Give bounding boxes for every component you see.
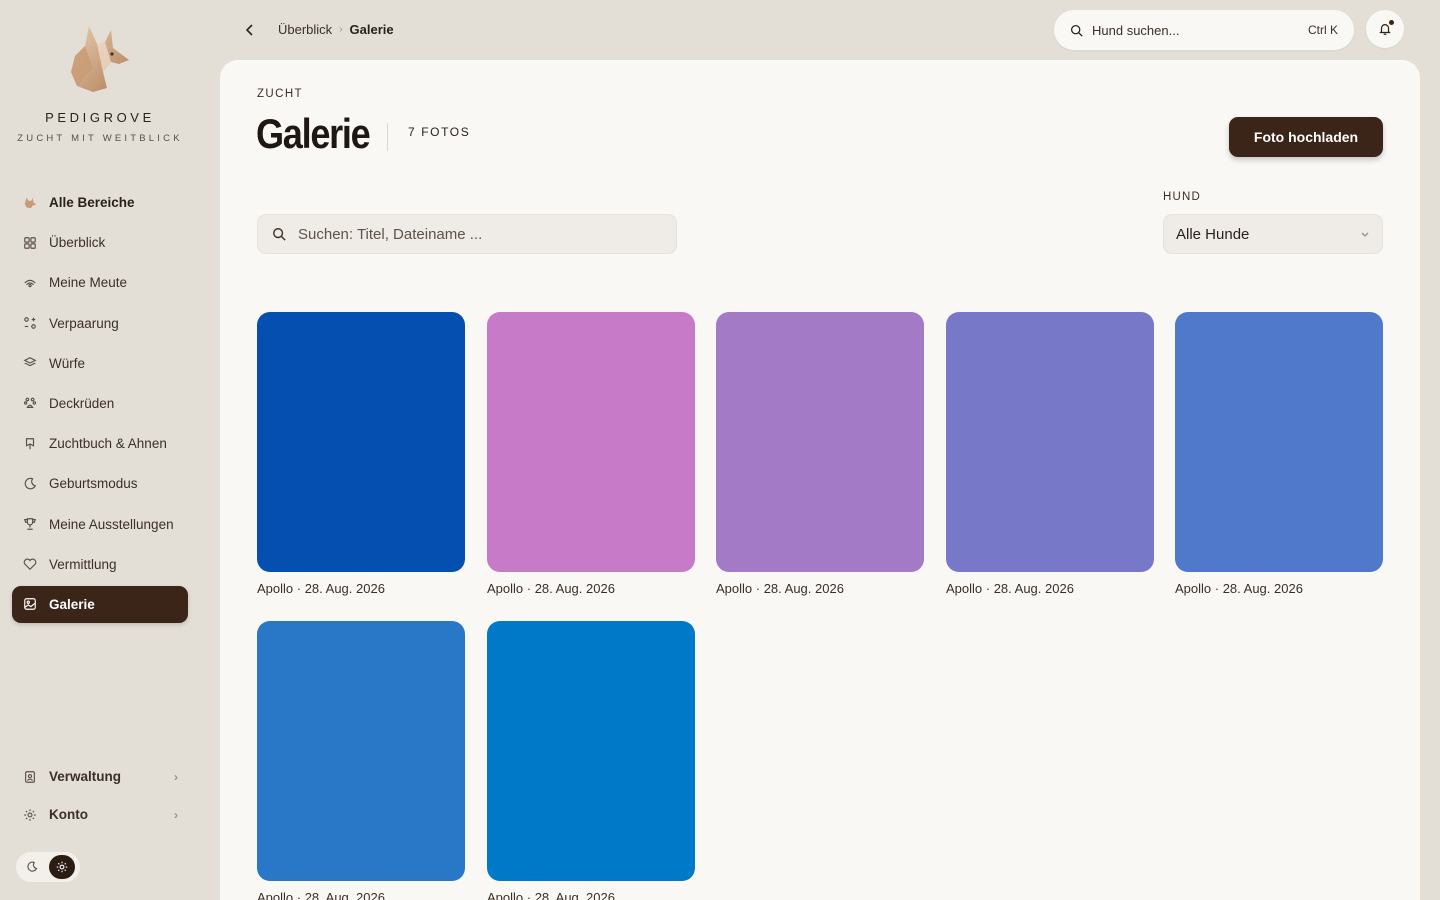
photo-thumbnail[interactable] bbox=[487, 312, 695, 572]
book-icon bbox=[22, 436, 38, 452]
photo-tile[interactable]: Apollo · 28. Aug. 2026 bbox=[487, 621, 695, 900]
dog-filter-value: Alle Hunde bbox=[1176, 225, 1250, 243]
dog-logo-icon bbox=[71, 26, 129, 92]
sidebar-item-label: Deckrüden bbox=[49, 395, 115, 411]
photo-tile[interactable]: Apollo · 28. Aug. 2026 bbox=[716, 312, 924, 596]
sidebar-bottom-nav: Verwaltung › Konto › bbox=[12, 758, 188, 834]
sidebar-item-alle-bereiche[interactable]: Alle Bereiche bbox=[12, 184, 188, 221]
gear-icon bbox=[22, 807, 38, 823]
chevron-down-icon bbox=[1361, 232, 1369, 237]
breadcrumb-item[interactable]: Überblick bbox=[278, 22, 332, 37]
photo-tile[interactable]: Apollo · 28. Aug. 2026 bbox=[257, 312, 465, 596]
sidebar-item-geburtsmodus[interactable]: Geburtsmodus bbox=[12, 465, 188, 502]
photo-caption: Apollo · 28. Aug. 2026 bbox=[1175, 581, 1303, 596]
photo-thumbnail[interactable] bbox=[946, 312, 1154, 572]
theme-toggle[interactable] bbox=[16, 852, 80, 882]
page-title: Galerie bbox=[256, 110, 371, 157]
paw-icon bbox=[22, 275, 38, 291]
sidebar-item-label: Zuchtbuch & Ahnen bbox=[49, 436, 167, 452]
photo-tile[interactable]: Apollo · 28. Aug. 2026 bbox=[1175, 312, 1383, 596]
search-icon bbox=[273, 228, 286, 241]
keyboard-shortcut: Ctrl K bbox=[1308, 23, 1338, 37]
trophy-icon bbox=[22, 516, 38, 532]
dog-head-icon bbox=[22, 195, 38, 211]
chevron-right-icon: › bbox=[339, 24, 343, 35]
divider bbox=[387, 123, 388, 151]
page-kicker: ZUCHT bbox=[257, 88, 303, 100]
photo-thumbnail[interactable] bbox=[257, 312, 465, 572]
global-search[interactable]: Hund suchen... Ctrl K bbox=[1054, 10, 1354, 50]
sidebar-item-wuerfe[interactable]: Würfe bbox=[12, 345, 188, 382]
photo-thumbnail[interactable] bbox=[716, 312, 924, 572]
image-icon bbox=[22, 596, 38, 612]
sidebar-item-label: Alle Bereiche bbox=[49, 195, 135, 210]
sidebar-item-meine-meute[interactable]: Meine Meute bbox=[12, 264, 188, 301]
paw-print-icon bbox=[22, 395, 38, 411]
gallery-search-input[interactable]: Suchen: Titel, Dateiname ... bbox=[257, 214, 677, 254]
sidebar-item-label: Verwaltung bbox=[49, 769, 122, 784]
sidebar-item-zuchtbuch[interactable]: Zuchtbuch & Ahnen bbox=[12, 425, 188, 462]
sidebar: PEDIGROVE ZUCHT MIT WEITBLICK Alle Berei… bbox=[0, 0, 200, 900]
brand: PEDIGROVE ZUCHT MIT WEITBLICK bbox=[0, 24, 200, 144]
photo-caption: Apollo · 28. Aug. 2026 bbox=[946, 581, 1074, 596]
sidebar-nav: Alle Bereiche Überblick Meine Meute Verp… bbox=[12, 184, 188, 626]
chevron-right-icon: › bbox=[174, 807, 178, 822]
sidebar-item-label: Überblick bbox=[49, 235, 106, 251]
notifications-button[interactable] bbox=[1366, 10, 1404, 48]
sidebar-item-label: Meine Ausstellungen bbox=[49, 516, 174, 532]
chevron-left-icon bbox=[245, 24, 253, 36]
photo-caption: Apollo · 28. Aug. 2026 bbox=[257, 581, 385, 596]
sidebar-item-label: Vermittlung bbox=[49, 556, 117, 572]
sidebar-item-label: Meine Meute bbox=[49, 275, 128, 291]
heart-icon bbox=[22, 556, 38, 572]
photo-tile[interactable]: Apollo · 28. Aug. 2026 bbox=[257, 621, 465, 900]
photo-caption: Apollo · 28. Aug. 2026 bbox=[487, 890, 615, 900]
sidebar-item-ueberblick[interactable]: Überblick bbox=[12, 224, 188, 261]
search-placeholder: Suchen: Titel, Dateiname ... bbox=[298, 225, 483, 243]
global-search-label: Hund suchen... bbox=[1092, 22, 1180, 38]
photo-tile[interactable]: Apollo · 28. Aug. 2026 bbox=[946, 312, 1154, 596]
photo-caption: Apollo · 28. Aug. 2026 bbox=[487, 581, 615, 596]
notification-dot bbox=[1389, 20, 1394, 25]
moon-icon bbox=[22, 476, 38, 492]
sidebar-item-label: Galerie bbox=[49, 596, 95, 612]
pairing-icon bbox=[22, 315, 38, 331]
sidebar-item-label: Geburtsmodus bbox=[49, 476, 138, 492]
photo-tile[interactable]: Apollo · 28. Aug. 2026 bbox=[487, 312, 695, 596]
photo-thumbnail[interactable] bbox=[257, 621, 465, 881]
photo-count: 7 FOTOS bbox=[408, 125, 471, 139]
back-button[interactable] bbox=[240, 20, 260, 40]
sidebar-item-deckrueden[interactable]: Deckrüden bbox=[12, 385, 188, 422]
admin-icon bbox=[22, 769, 38, 785]
layers-icon bbox=[22, 355, 38, 371]
dog-filter-label: HUND bbox=[1163, 191, 1202, 203]
breadcrumb-current: Galerie bbox=[349, 22, 394, 37]
grid-icon bbox=[22, 235, 38, 251]
photo-thumbnail[interactable] bbox=[487, 621, 695, 881]
sidebar-item-konto[interactable]: Konto › bbox=[12, 796, 188, 833]
chevron-right-icon: › bbox=[174, 769, 178, 784]
sidebar-item-label: Konto bbox=[49, 807, 88, 822]
sidebar-item-verpaarung[interactable]: Verpaarung bbox=[12, 305, 188, 342]
moon-icon[interactable] bbox=[19, 855, 45, 879]
sun-icon[interactable] bbox=[49, 855, 75, 879]
breadcrumb: Überblick › Galerie bbox=[278, 22, 394, 37]
upload-photo-button[interactable]: Foto hochladen bbox=[1229, 117, 1383, 157]
photo-thumbnail[interactable] bbox=[1175, 312, 1383, 572]
dog-filter-select[interactable]: Alle Hunde bbox=[1163, 214, 1383, 254]
main-panel: ZUCHT Galerie 7 FOTOS Foto hochladen Suc… bbox=[220, 60, 1420, 900]
sidebar-item-label: Würfe bbox=[49, 355, 86, 371]
sidebar-item-ausstellungen[interactable]: Meine Ausstellungen bbox=[12, 506, 188, 543]
photo-caption: Apollo · 28. Aug. 2026 bbox=[257, 890, 385, 900]
photo-caption: Apollo · 28. Aug. 2026 bbox=[716, 581, 844, 596]
search-icon bbox=[1070, 24, 1083, 37]
sidebar-item-vermittlung[interactable]: Vermittlung bbox=[12, 546, 188, 583]
sidebar-item-verwaltung[interactable]: Verwaltung › bbox=[12, 758, 188, 795]
sidebar-item-galerie[interactable]: Galerie bbox=[12, 585, 188, 623]
brand-tagline: ZUCHT MIT WEITBLICK bbox=[17, 133, 183, 144]
sidebar-item-label: Verpaarung bbox=[49, 315, 119, 331]
brand-name: PEDIGROVE bbox=[45, 110, 155, 125]
